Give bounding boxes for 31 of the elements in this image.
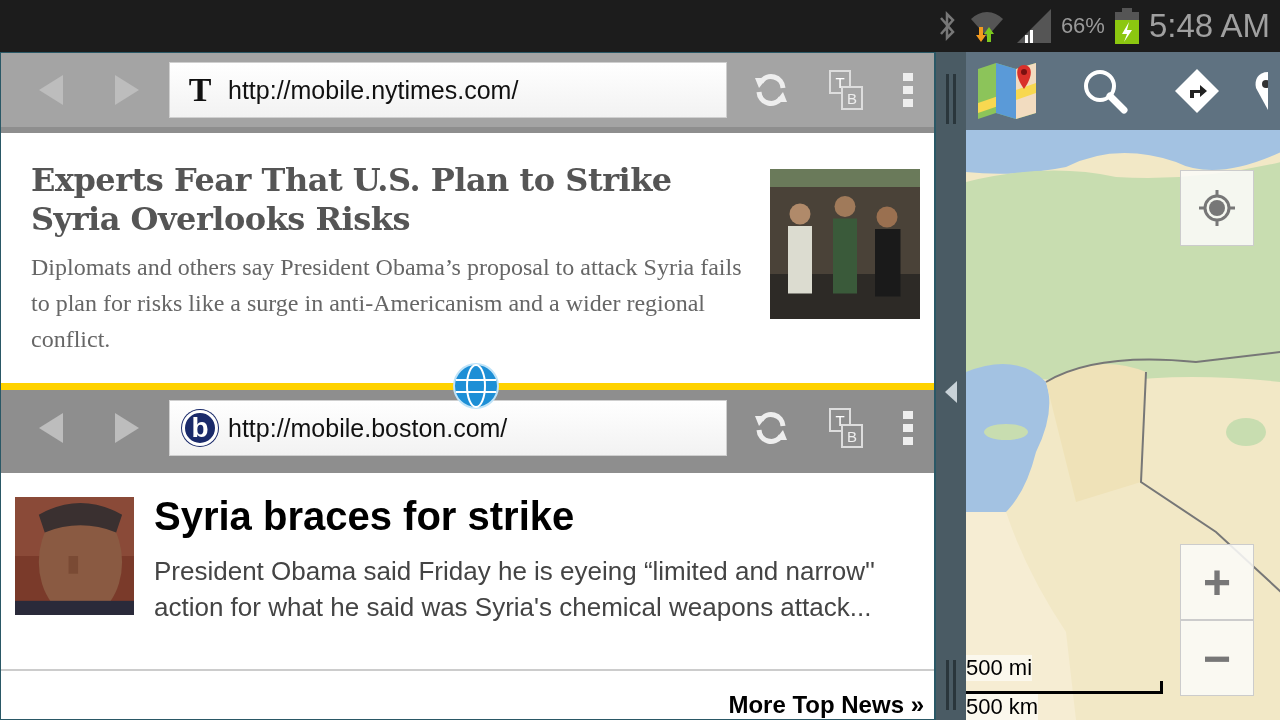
wifi-icon [968,9,1005,43]
grip-icon[interactable] [945,74,957,124]
scale-label: 500 mi [966,655,1033,681]
back-button[interactable] [37,411,65,445]
menu-icon[interactable] [903,73,913,107]
more-news-link[interactable]: More Top News » [728,691,924,719]
battery-percent: 66% [1060,13,1105,39]
menu-icon[interactable] [903,411,913,445]
collapse-arrow-icon[interactable] [944,380,958,404]
article-summary: Diplomats and others say President Obama’s proposal to attack Syria fails to plan for risks like a surge in anti-Americanism and a wider regional conflict. [31,253,743,354]
grip-icon[interactable] [945,660,957,710]
article-summary: President Obama said Friday he is eyeing “limited and narrow'' action for what he said was Syria's chemical weapons attack... [154,554,876,624]
clock-time: 5:48 AM [1148,7,1270,45]
refresh-button[interactable] [753,410,789,446]
scale-label: 500 km [966,694,1039,720]
headline[interactable]: Experts Fear That U.S. Plan to Strike Syria Overlooks Risks [31,161,750,239]
maps-app-icon[interactable] [978,63,1036,119]
refresh-button[interactable] [753,72,789,108]
search-icon[interactable] [1082,68,1128,114]
location-target-icon [1196,187,1238,229]
zoom-out-button[interactable]: − [1180,620,1254,696]
site-icon: T [182,72,218,108]
forward-button[interactable] [113,411,141,445]
my-location-button[interactable] [1180,170,1254,246]
site-icon: b [182,410,218,446]
directions-icon[interactable] [1174,68,1220,114]
url-field[interactable]: b http://mobile.boston.com/ [169,400,727,456]
globe-handle-icon[interactable] [453,363,499,409]
headline[interactable]: Syria braces for strike [154,492,924,539]
zoom-in-button[interactable]: + [1180,544,1254,620]
url-field[interactable]: T http://mobile.nytimes.com/ [169,62,727,118]
